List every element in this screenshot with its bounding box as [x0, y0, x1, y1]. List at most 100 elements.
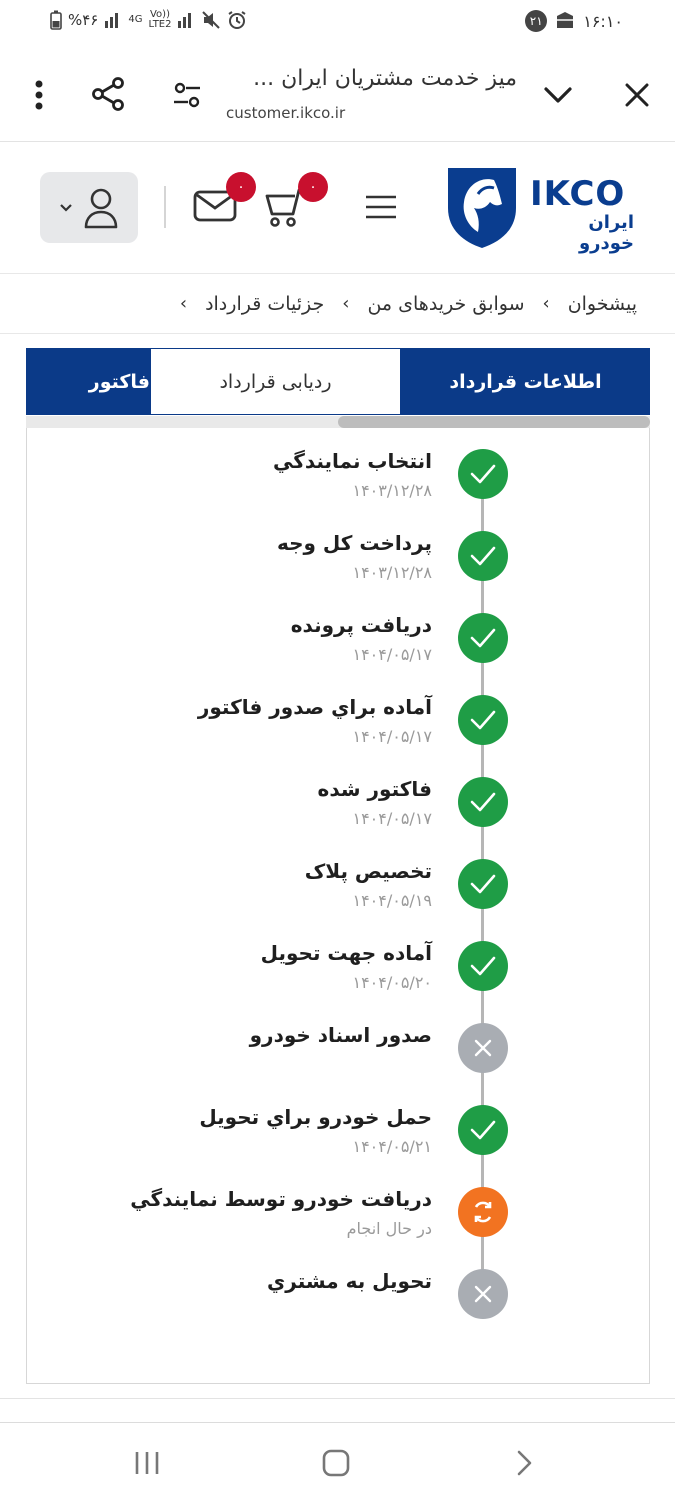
step-title: تخصيص پلاک — [304, 859, 432, 883]
step-title: صدور اسناد خودرو — [249, 1023, 432, 1047]
more-menu-button[interactable] — [24, 78, 54, 112]
more-vertical-icon — [35, 80, 43, 110]
step-date: ۱۴۰۴/۰۵/۱۷ — [352, 645, 432, 664]
tabs-scroll-thumb[interactable] — [338, 416, 650, 428]
share-icon — [92, 77, 124, 111]
chevron-left-icon: › — [342, 293, 350, 314]
header-divider — [164, 186, 166, 228]
system-nav-bar — [0, 1422, 675, 1500]
chevron-left-icon: › — [179, 293, 188, 314]
chevron-right-icon — [517, 1450, 532, 1476]
content-bottom-divider — [0, 1398, 675, 1399]
step-title: آماده براي صدور فاكتور — [197, 695, 432, 719]
messages-count-badge: ۰ — [226, 172, 256, 202]
tab-contract-info[interactable]: اطلاعات قرارداد — [401, 348, 650, 415]
step-date: ۱۴۰۴/۰۵/۱۹ — [352, 891, 432, 910]
chevron-down-icon — [60, 203, 72, 212]
check-icon — [470, 546, 496, 566]
recent-apps-button[interactable] — [127, 1443, 167, 1483]
site-settings-button[interactable] — [170, 78, 204, 112]
status-right: ۲۱ ۱۶:۱۰ — [525, 10, 623, 32]
tab-contract-tracking[interactable]: ردیابی قرارداد — [150, 348, 401, 415]
cart-count-badge: ۰ — [298, 172, 328, 202]
breadcrumb-item-contract-details[interactable]: جزئیات قرارداد — [205, 293, 324, 315]
timeline-step: انتخاب نمايندگي ۱۴۰۳/۱۲/۲۸ — [80, 449, 520, 531]
step-title: انتخاب نمايندگي — [272, 449, 432, 473]
check-icon — [470, 1120, 496, 1140]
page-title: میز خدمت مشتریان ایران ... — [253, 66, 517, 91]
menu-icon — [366, 195, 396, 219]
check-icon — [470, 792, 496, 812]
step-date: ۱۴۰۴/۰۵/۱۷ — [352, 809, 432, 828]
breadcrumb-item-dashboard[interactable]: پیشخوان — [568, 293, 637, 315]
status-left: %۴۶ 4G Vo)) LTE2 — [50, 10, 247, 30]
step-status-circle — [458, 1187, 508, 1237]
step-title: دريافت خودرو توسط نمايندگي — [130, 1187, 432, 1211]
step-date: ۱۴۰۳/۱۲/۲۸ — [352, 481, 432, 500]
timeline-step: حمل خودرو براي تحويل ۱۴۰۴/۰۵/۲۱ — [80, 1105, 520, 1187]
notification-count: ۲۱ — [525, 10, 548, 32]
browser-bar: میز خدمت مشتریان ایران ... customer.ikco… — [0, 48, 675, 142]
home-icon — [322, 1449, 350, 1477]
timeline-step: تحويل به مشتري — [80, 1269, 520, 1351]
step-date: ۱۴۰۴/۰۵/۱۷ — [352, 727, 432, 746]
x-icon — [474, 1285, 492, 1303]
breadcrumb-item-purchase-history[interactable]: سوابق خریدهای من — [367, 293, 524, 315]
timeline-step: دريافت پرونده ۱۴۰۴/۰۵/۱۷ — [80, 613, 520, 695]
logo-subtext: ایران خودرو — [578, 212, 634, 254]
timeline-step: آماده جهت تحويل ۱۴۰۴/۰۵/۲۰ — [80, 941, 520, 1023]
step-title: تحويل به مشتري — [266, 1269, 432, 1293]
chevron-left-icon: › — [542, 293, 550, 314]
account-menu-button[interactable] — [40, 172, 138, 243]
home-button[interactable] — [316, 1443, 356, 1483]
timeline-step: پرداخت كل وجه ۱۴۰۳/۱۲/۲۸ — [80, 531, 520, 613]
share-button[interactable] — [90, 76, 126, 112]
logo-text: IKCO — [530, 174, 626, 214]
step-status-circle — [458, 1105, 508, 1155]
timeline-step: فاكتور شده ۱۴۰۴/۰۵/۱۷ — [80, 777, 520, 859]
step-status-circle — [458, 531, 508, 581]
step-status-circle — [458, 695, 508, 745]
breadcrumb: پیشخوان › سوابق خریدهای من › جزئیات قرار… — [0, 274, 675, 334]
step-title: فاكتور شده — [317, 777, 432, 801]
expand-button[interactable] — [540, 80, 576, 110]
step-status-circle — [458, 1023, 508, 1073]
tab-invoice[interactable]: فاکتور — [26, 348, 150, 415]
recent-apps-icon — [135, 1452, 159, 1474]
timeline-step: صدور اسناد خودرو — [80, 1023, 520, 1105]
chevron-down-icon — [544, 87, 572, 103]
step-date: در حال انجام — [346, 1219, 432, 1238]
back-button[interactable] — [505, 1443, 545, 1483]
user-icon — [84, 188, 118, 228]
sync-icon — [474, 1201, 492, 1223]
step-date: ۱۴۰۴/۰۵/۲۱ — [352, 1137, 432, 1156]
step-date: ۱۴۰۳/۱۲/۲۸ — [352, 563, 432, 582]
battery-level: %۴۶ — [68, 11, 99, 29]
horse-shield-icon — [448, 168, 516, 248]
step-title: پرداخت كل وجه — [276, 531, 432, 555]
step-status-circle — [458, 613, 508, 663]
kaaba-icon — [557, 12, 574, 28]
close-button[interactable] — [620, 78, 654, 112]
check-icon — [470, 628, 496, 648]
step-status-circle — [458, 1269, 508, 1319]
x-icon — [474, 1039, 492, 1057]
step-status-circle — [458, 941, 508, 991]
step-date: ۱۴۰۴/۰۵/۲۰ — [352, 973, 432, 992]
signal-icon — [105, 13, 119, 28]
check-icon — [470, 956, 496, 976]
hamburger-menu-button[interactable] — [364, 194, 398, 220]
check-icon — [470, 874, 496, 894]
clock: ۱۶:۱۰ — [583, 11, 623, 31]
timeline-step: دريافت خودرو توسط نمايندگي در حال انجام — [80, 1187, 520, 1269]
close-icon — [625, 83, 649, 107]
step-status-circle — [458, 449, 508, 499]
step-title: دريافت پرونده — [290, 613, 432, 637]
battery-icon — [50, 10, 62, 30]
ikco-logo[interactable]: IKCO ایران خودرو — [444, 164, 634, 254]
timeline-step: تخصيص پلاک ۱۴۰۴/۰۵/۱۹ — [80, 859, 520, 941]
mute-icon — [202, 11, 221, 29]
status-bar: %۴۶ 4G Vo)) LTE2 ۲۱ ۱۶:۱۰ — [0, 0, 675, 48]
network-volte: Vo)) LTE2 — [148, 9, 172, 30]
tune-icon — [174, 82, 200, 108]
